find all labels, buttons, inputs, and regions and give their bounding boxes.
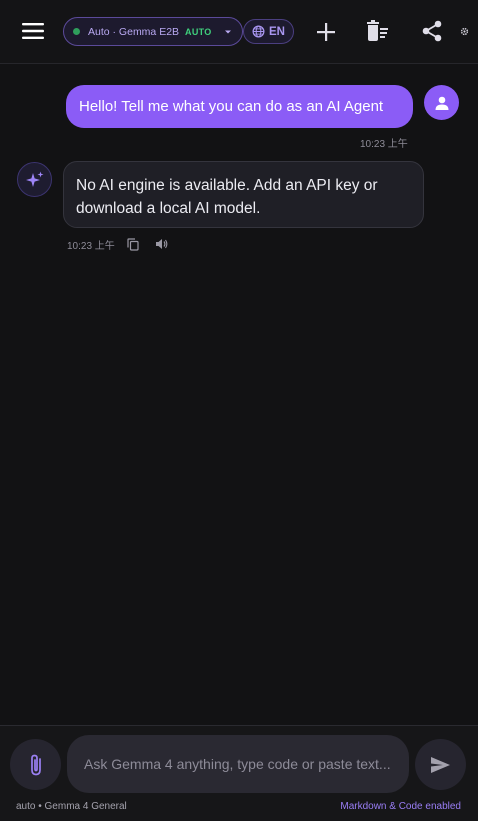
assistant-message-text: No AI engine is available. Add an API ke… — [76, 177, 378, 217]
model-label: Auto · Gemma E2B — [88, 25, 180, 38]
message-input[interactable] — [67, 735, 409, 793]
assistant-avatar — [17, 162, 52, 197]
assistant-message-bubble: No AI engine is available. Add an API ke… — [63, 161, 424, 228]
paperclip-icon — [30, 754, 41, 775]
sparkle-icon — [25, 171, 43, 187]
format-status-text: Markdown & Code enabled — [340, 801, 461, 812]
person-icon — [435, 96, 448, 110]
chevron-down-icon — [224, 30, 231, 33]
attach-button[interactable] — [10, 739, 61, 790]
assistant-message-time: 10:23 上午 — [67, 240, 115, 252]
new-chat-button[interactable] — [311, 17, 341, 47]
assistant-message-meta: 10:23 上午 — [67, 236, 168, 252]
user-message-text: Hello! Tell me what you can do as an AI … — [79, 98, 384, 115]
top-app-bar: Auto · Gemma E2B AUTO EN — [0, 0, 478, 64]
user-avatar — [424, 85, 459, 120]
menu-button[interactable] — [16, 14, 50, 48]
clear-chat-button[interactable] — [363, 16, 393, 46]
gear-icon — [460, 27, 468, 35]
globe-icon — [252, 25, 265, 38]
send-button[interactable] — [415, 739, 466, 790]
send-icon — [431, 756, 450, 773]
composer-bar: auto • Gemma 4 General Markdown & Code e… — [0, 725, 478, 821]
share-button[interactable] — [417, 16, 447, 46]
user-message-bubble: Hello! Tell me what you can do as an AI … — [66, 85, 413, 128]
copy-icon[interactable] — [127, 237, 139, 251]
user-message-time: 10:23 上午 — [360, 139, 408, 150]
language-selector[interactable]: EN — [243, 19, 294, 44]
auto-badge: AUTO — [185, 26, 212, 37]
status-dot — [73, 28, 80, 35]
plus-icon — [317, 23, 335, 41]
settings-button[interactable] — [458, 24, 470, 38]
clear-chat-icon — [367, 20, 388, 41]
model-status-text: auto • Gemma 4 General — [16, 801, 127, 812]
model-selector[interactable]: Auto · Gemma E2B AUTO — [63, 17, 243, 46]
speaker-icon[interactable] — [155, 238, 168, 250]
share-icon — [422, 20, 442, 42]
language-label: EN — [269, 25, 285, 38]
menu-icon — [22, 23, 44, 39]
